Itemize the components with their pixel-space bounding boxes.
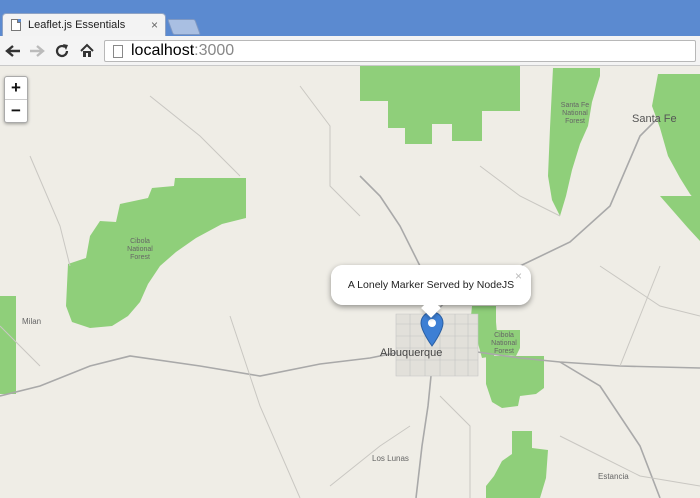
- back-button[interactable]: [2, 40, 24, 62]
- santa-fe-forest-label: Santa Fe National Forest: [560, 102, 590, 125]
- map-container[interactable]: + − Santa Fe Santa Fe National Forest Ci…: [0, 66, 700, 498]
- estancia-label: Estancia: [598, 472, 629, 481]
- cibola-east-forest-label: Cibola National Forest: [491, 332, 517, 355]
- browser-window: Leaflet.js Essentials × localhost:3000 +…: [0, 0, 700, 498]
- home-button[interactable]: [76, 40, 98, 62]
- browser-toolbar: localhost:3000: [0, 36, 700, 66]
- zoom-out-button[interactable]: −: [5, 99, 27, 122]
- url-text: localhost:3000: [131, 42, 235, 59]
- albuquerque-label: Albuquerque: [380, 347, 443, 359]
- los-lunas-label: Los Lunas: [372, 454, 409, 463]
- popup-close-icon[interactable]: ×: [515, 269, 522, 283]
- forward-button[interactable]: [26, 40, 48, 62]
- popup-text: A Lonely Marker Served by NodeJS: [331, 265, 531, 305]
- zoom-control: + −: [4, 76, 28, 123]
- marker-popup: A Lonely Marker Served by NodeJS ×: [331, 265, 531, 318]
- tab-title: Leaflet.js Essentials: [28, 19, 126, 31]
- tab-close-icon[interactable]: ×: [151, 18, 158, 32]
- tab-strip: Leaflet.js Essentials ×: [0, 0, 700, 37]
- new-tab-button[interactable]: [167, 19, 201, 35]
- page-icon: [113, 45, 123, 58]
- browser-tab[interactable]: Leaflet.js Essentials ×: [2, 13, 166, 37]
- milan-label: Milan: [22, 317, 42, 326]
- home-icon: [80, 43, 94, 57]
- cibola-forest-label: Cibola National Forest: [127, 238, 153, 261]
- address-bar[interactable]: localhost:3000: [104, 40, 696, 62]
- santa-fe-label: Santa Fe: [632, 113, 677, 125]
- zoom-in-button[interactable]: +: [5, 77, 27, 99]
- forward-arrow-icon: [30, 45, 45, 57]
- reload-icon: [55, 44, 69, 58]
- reload-button[interactable]: [51, 40, 73, 62]
- page-favicon-icon: [11, 19, 21, 31]
- back-arrow-icon: [5, 45, 20, 57]
